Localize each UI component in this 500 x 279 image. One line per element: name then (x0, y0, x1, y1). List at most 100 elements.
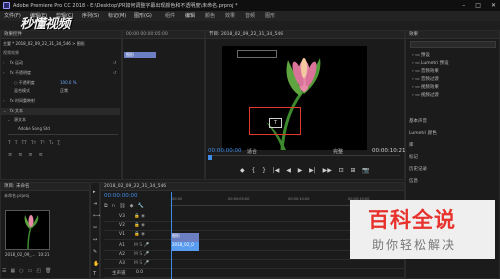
add-marker-timeline-icon[interactable]: ◆ (130, 203, 134, 209)
track-lock-icon[interactable]: 🔒 ◉ (134, 214, 145, 219)
clip-thumbnail[interactable] (5, 210, 50, 250)
maximize-icon[interactable]: □ (475, 2, 481, 9)
twirl-icon[interactable]: ⌄ (7, 117, 10, 122)
lumetri-color-section[interactable]: Lumetri 颜色 (409, 130, 437, 136)
resolution-select[interactable]: 完整 (333, 148, 343, 155)
effects-tree-video-transitions[interactable]: › ▭ 视频过渡 (412, 92, 439, 98)
menu-file[interactable]: 文件(F) (4, 12, 21, 19)
playhead-timecode[interactable]: 00:00:00:00 (208, 148, 242, 154)
subscript-icon[interactable]: T₁ (49, 141, 54, 149)
play-icon[interactable]: ▶ (298, 167, 303, 174)
mini-timeline-clip[interactable]: 图形 (124, 52, 156, 58)
export-frame-icon[interactable]: 📷 (362, 167, 369, 174)
master-volume[interactable]: 0.0 (136, 270, 143, 275)
opacity-value[interactable]: 100.0 % (60, 80, 77, 85)
extract-icon[interactable]: ⊞ (351, 167, 356, 174)
twirl-icon[interactable]: › (3, 70, 5, 75)
fx-row-font[interactable]: Adobe Song Std (0, 126, 120, 133)
effects-panel-tab[interactable]: 效果 (406, 31, 499, 39)
fx-row-source-text[interactable]: ⌄ 源文本 (0, 117, 120, 124)
zoom-slider-icon[interactable]: ○ (19, 268, 23, 277)
twirl-icon[interactable]: ⌄ (3, 108, 6, 113)
project-tab[interactable]: 项目: 未命名 (1, 183, 89, 191)
fx-row-motion[interactable]: › fx 运动 ↺ (0, 60, 120, 67)
track-lock-icon[interactable]: 🔒 ◉ (134, 223, 145, 228)
trash-icon[interactable]: 🗑 (45, 268, 51, 277)
new-item-icon[interactable]: ◰ (36, 268, 41, 277)
effects-tree-audio-effects[interactable]: › ▭ 音频效果 (412, 68, 439, 74)
align-right-icon[interactable]: ≡ (28, 152, 32, 160)
track-a3[interactable]: A3 M S 🎤 (104, 261, 404, 269)
razor-tool-icon[interactable]: ✂ (93, 225, 97, 231)
track-master[interactable]: 主声道 0.0 (104, 270, 404, 278)
superscript-icon[interactable]: T¹ (40, 141, 45, 149)
effects-tree-presets[interactable]: › ▭ 预设 (412, 52, 430, 58)
menu-marker[interactable]: 标记(M) (108, 12, 126, 19)
smallcaps-icon[interactable]: Tт (31, 141, 36, 149)
snap-icon[interactable]: ∩ (112, 203, 116, 209)
step-forward-icon[interactable]: ▶| (309, 167, 316, 174)
close-icon[interactable]: ✕ (491, 2, 496, 9)
italic-icon[interactable]: T (15, 141, 18, 149)
align-left-icon[interactable]: ≡ (8, 152, 12, 160)
timeline-playhead[interactable] (171, 192, 172, 279)
menu-sequence[interactable]: 序列(S) (82, 12, 99, 19)
effect-controls-tab[interactable]: 效果控件 (1, 31, 121, 39)
effects-tree-audio-transitions[interactable]: › ▭ 音频过渡 (412, 76, 439, 82)
timeline-timecode[interactable]: 00:00:00:00 (104, 193, 138, 199)
info-section[interactable]: 信息 (409, 178, 418, 184)
go-to-in-icon[interactable]: |◀ (273, 167, 280, 174)
align-center-icon[interactable]: ≡ (18, 152, 22, 160)
track-mute-icon[interactable]: M S 🎤 (134, 261, 149, 266)
workspace-tab-effects[interactable]: 效果 (225, 12, 235, 19)
workspace-tab-graphics[interactable]: 图形 (265, 12, 275, 19)
bold-icon[interactable]: T (8, 141, 11, 149)
reset-icon[interactable]: ↺ (113, 60, 116, 65)
hand-tool-icon[interactable]: ✋ (93, 261, 99, 267)
nest-icon[interactable]: ⧉ (104, 203, 108, 209)
workspace-tab-color[interactable]: 颜色 (205, 12, 215, 19)
fx-row-time-remap[interactable]: › fx 时间重映射 (0, 98, 120, 105)
slip-tool-icon[interactable]: ↔ (93, 237, 97, 243)
effects-tree-video-effects[interactable]: › ▭ 视频效果 (412, 84, 439, 90)
reset-icon[interactable]: ↺ (113, 70, 116, 75)
font-select[interactable]: Adobe Song Std (18, 126, 50, 131)
twirl-icon[interactable]: › (3, 98, 5, 103)
menu-graphics[interactable]: 图形(G) (134, 12, 152, 19)
justify-icon[interactable]: ≡ (39, 152, 43, 160)
text-insertion-box[interactable]: T (269, 118, 282, 128)
fx-row-blend-mode[interactable]: 混合模式 正常 (0, 88, 120, 95)
fx-row-text[interactable]: ⌄ fx 文本 (0, 108, 120, 115)
mark-out-icon[interactable]: } (262, 167, 266, 174)
linked-selection-icon[interactable]: ⛓ (119, 203, 125, 209)
sequence-tab[interactable]: 2018_02_09_22_31_34_546 (101, 183, 404, 191)
workspace-tab-assembly[interactable]: 组件 (165, 12, 175, 19)
track-mute-icon[interactable]: M S 🎤 (134, 243, 149, 248)
icon-view-icon[interactable]: ▦ (10, 268, 15, 277)
underline-icon[interactable]: T̲ (57, 141, 60, 149)
zoom-fit-select[interactable]: 适合 (247, 148, 257, 155)
mark-in-icon[interactable]: { (251, 167, 255, 174)
track-lock-icon[interactable]: 🔒 ◉ (134, 232, 145, 237)
program-monitor-ruler[interactable] (208, 155, 400, 160)
timeline-clip-video[interactable]: 2018_02_0 (171, 242, 199, 251)
minimize-icon[interactable]: – (462, 2, 465, 9)
workspace-tab-edit[interactable]: 编辑 (185, 12, 195, 19)
go-to-out-icon[interactable]: ▶▶ (323, 167, 332, 174)
lift-icon[interactable]: ⊡ (339, 167, 344, 174)
new-bin-icon[interactable]: ▭ (28, 268, 33, 277)
markers-section[interactable]: 标记 (409, 154, 418, 160)
timeline-settings-icon[interactable]: 🔧 (137, 203, 143, 209)
allcaps-icon[interactable]: TT (22, 141, 27, 149)
twirl-icon[interactable]: › (3, 60, 5, 65)
timeline-clip-graphic[interactable]: 图形 (171, 233, 199, 242)
effects-search-input[interactable] (410, 41, 496, 48)
list-view-icon[interactable]: ☰ (2, 268, 6, 277)
essential-sound-section[interactable]: 基本声音 (409, 118, 427, 124)
program-monitor-playhead[interactable] (208, 155, 212, 160)
program-monitor-tab[interactable]: 节目: 2018_02_09_22_31_34_546 (206, 31, 404, 39)
workspace-tab-audio[interactable]: 音频 (245, 12, 255, 19)
fx-row-opacity[interactable]: › fx 不透明度 ↺ (0, 70, 120, 77)
font-size-slider[interactable] (8, 134, 118, 135)
step-back-icon[interactable]: ◀ (286, 167, 291, 174)
